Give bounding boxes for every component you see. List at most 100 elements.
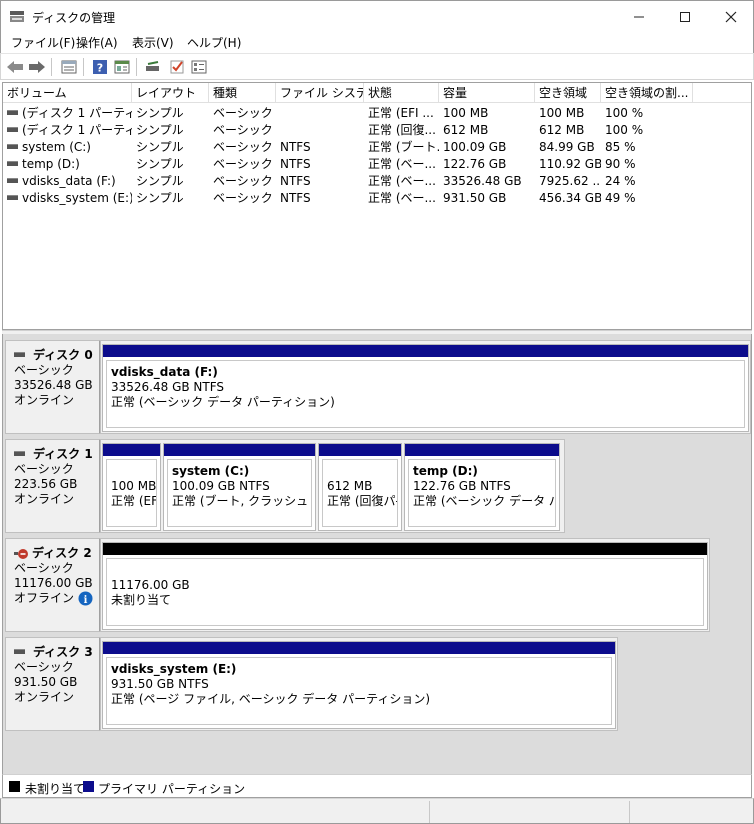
disk-type: ベーシック xyxy=(14,660,74,674)
disk-name: ディスク 0 xyxy=(33,348,93,362)
volume-name-cell: system (C:) xyxy=(3,139,132,156)
offline-disk-icon xyxy=(14,548,28,559)
volume-row[interactable]: vdisks_data (F:) シンプル ベーシック NTFS 正常 (ベー.… xyxy=(3,173,751,190)
partition-status: 正常 (回復パ- xyxy=(327,494,398,508)
menu-view[interactable]: 表示(V) xyxy=(132,34,174,51)
rescan-disks-button[interactable] xyxy=(143,58,163,76)
partition-size: 100.09 GB NTFS xyxy=(172,479,270,493)
legend-unallocated-label: 未割り当て xyxy=(25,782,86,796)
column-header-free-space[interactable]: 空き領域 xyxy=(535,83,601,103)
volume-row[interactable]: (ディスク 1 パーティシ... シンプル ベーシック 正常 (回復... 61… xyxy=(3,122,751,139)
partition-status: 正常 (ブート, クラッシュ ダンプ, xyxy=(172,494,311,508)
help-button[interactable]: ? xyxy=(90,58,110,76)
volume-row[interactable]: (ディスク 1 パーティシ... シンプル ベーシック 正常 (EFI ... … xyxy=(3,105,751,122)
free-space-cell: 110.92 GB xyxy=(539,157,601,171)
volume-row[interactable]: temp (D:) シンプル ベーシック NTFS 正常 (ベー... 122.… xyxy=(3,156,751,173)
forward-button[interactable] xyxy=(27,58,47,76)
status-cell: 正常 (ベー... xyxy=(368,174,436,188)
filesystem-cell: NTFS xyxy=(280,157,311,171)
volume-list-header: ボリューム レイアウト 種類 ファイル システム 状態 容量 空き領域 空き領域… xyxy=(3,83,751,103)
disk-icon xyxy=(14,352,25,357)
column-header-capacity[interactable]: 容量 xyxy=(439,83,535,103)
partition-system-c[interactable]: system (C:) 100.09 GB NTFS 正常 (ブート, クラッシ… xyxy=(163,443,316,531)
menu-help[interactable]: ヘルプ(H) xyxy=(187,34,241,51)
partition-temp-d[interactable]: temp (D:) 122.76 GB NTFS 正常 (ベーシック データ パ… xyxy=(404,443,560,531)
disk-icon xyxy=(14,451,25,456)
layout-cell: シンプル xyxy=(136,174,184,188)
filesystem-cell: NTFS xyxy=(280,191,311,205)
properties-icon xyxy=(114,60,130,74)
disk-1-partitions: 100 MB 正常 (EFI system (C:) 100.09 GB NTF… xyxy=(100,439,565,533)
list-view-button[interactable] xyxy=(59,58,79,76)
disk-size: 223.56 GB xyxy=(14,477,78,491)
volume-row[interactable]: vdisks_system (E:) シンプル ベーシック NTFS 正常 (ベ… xyxy=(3,190,751,207)
back-button[interactable] xyxy=(5,58,25,76)
menu-action[interactable]: 操作(A) xyxy=(76,34,118,51)
svg-text:?: ? xyxy=(97,62,103,75)
free-percent-cell: 100 % xyxy=(605,123,644,137)
menu-bar: ファイル(F) 操作(A) 表示(V) ヘルプ(H) xyxy=(0,31,754,53)
minimize-button[interactable] xyxy=(616,1,662,32)
settings-list-icon xyxy=(191,60,207,74)
volume-name: temp (D:) xyxy=(22,157,80,171)
volume-name: system (C:) xyxy=(22,140,91,154)
partition-vdisks-system[interactable]: vdisks_system (E:) 931.50 GB NTFS 正常 (ペー… xyxy=(102,641,616,729)
volume-name-cell: vdisks_system (E:) xyxy=(3,190,132,207)
type-cell: ベーシック xyxy=(213,174,273,188)
column-header-filesystem[interactable]: ファイル システム xyxy=(276,83,364,103)
partition-status: 正常 (ベーシック データ パーティション) xyxy=(111,395,335,409)
partition-efi[interactable]: 100 MB 正常 (EFI xyxy=(102,443,161,531)
column-header-free-percent[interactable]: 空き領域の割... xyxy=(601,83,693,103)
properties-button[interactable] xyxy=(112,58,132,76)
toolbar-separator xyxy=(51,58,52,76)
info-icon[interactable]: i xyxy=(78,591,93,606)
disk-2-partitions: 11176.00 GB 未割り当て xyxy=(100,538,710,632)
partition-vdisks-data[interactable]: vdisks_data (F:) 33526.48 GB NTFS 正常 (ベー… xyxy=(102,344,749,432)
volume-name: vdisks_data (F:) xyxy=(22,174,116,188)
disk-2-label[interactable]: ディスク 2 ベーシック 11176.00 GB オフライン i xyxy=(5,538,101,632)
capacity-cell: 122.76 GB xyxy=(443,157,507,171)
primary-partition-bar xyxy=(103,345,748,357)
check-icon xyxy=(170,60,184,74)
column-header-status[interactable]: 状態 xyxy=(364,83,439,103)
legend-primary-swatch xyxy=(83,781,94,792)
disk-status: オンライン xyxy=(14,393,75,407)
column-header-type[interactable]: 種類 xyxy=(209,83,276,103)
partition-info: vdisks_data (F:) 33526.48 GB NTFS 正常 (ベー… xyxy=(106,360,745,428)
capacity-cell: 100.09 GB xyxy=(443,140,507,154)
partition-recovery[interactable]: 612 MB 正常 (回復パ- xyxy=(318,443,402,531)
column-header-volume[interactable]: ボリューム xyxy=(3,83,132,103)
menu-file[interactable]: ファイル(F) xyxy=(11,34,75,51)
disk-type: ベーシック xyxy=(14,561,74,575)
partition-info: 100 MB 正常 (EFI xyxy=(106,459,157,527)
drive-icon xyxy=(7,178,18,183)
legend-primary-label: プライマリ パーティション xyxy=(98,782,246,796)
capacity-cell: 33526.48 GB xyxy=(443,174,522,188)
disk-1-label[interactable]: ディスク 1 ベーシック 223.56 GB オンライン xyxy=(5,439,101,533)
maximize-button[interactable] xyxy=(662,1,708,32)
layout-cell: シンプル xyxy=(136,140,184,154)
disk-3-label[interactable]: ディスク 3 ベーシック 931.50 GB オンライン xyxy=(5,637,101,731)
disk-0-label[interactable]: ディスク 0 ベーシック 33526.48 GB オンライン xyxy=(5,340,101,434)
svg-text:i: i xyxy=(84,595,88,606)
status-separator xyxy=(429,801,430,823)
partition-size: 33526.48 GB NTFS xyxy=(111,380,225,394)
toolbar-separator xyxy=(83,58,84,76)
type-cell: ベーシック xyxy=(213,123,273,137)
free-percent-cell: 24 % xyxy=(605,174,636,188)
settings-list-button[interactable] xyxy=(189,58,209,76)
status-cell: 正常 (回復... xyxy=(368,123,436,137)
partition-unallocated[interactable]: 11176.00 GB 未割り当て xyxy=(102,542,708,630)
close-button[interactable] xyxy=(708,1,754,32)
capacity-cell: 612 MB xyxy=(443,123,489,137)
disk-size: 33526.48 GB xyxy=(14,378,93,392)
disk-0-title: ディスク 0 xyxy=(14,348,99,363)
drive-icon xyxy=(7,161,18,166)
free-space-cell: 456.34 GB xyxy=(539,191,601,205)
filesystem-cell xyxy=(276,122,364,139)
volume-row[interactable]: system (C:) シンプル ベーシック NTFS 正常 (ブート... 1… xyxy=(3,139,751,156)
check-button[interactable] xyxy=(167,58,187,76)
window-title: ディスクの管理 xyxy=(32,11,116,25)
column-header-layout[interactable]: レイアウト xyxy=(132,83,209,103)
rescan-disks-icon xyxy=(146,61,159,71)
